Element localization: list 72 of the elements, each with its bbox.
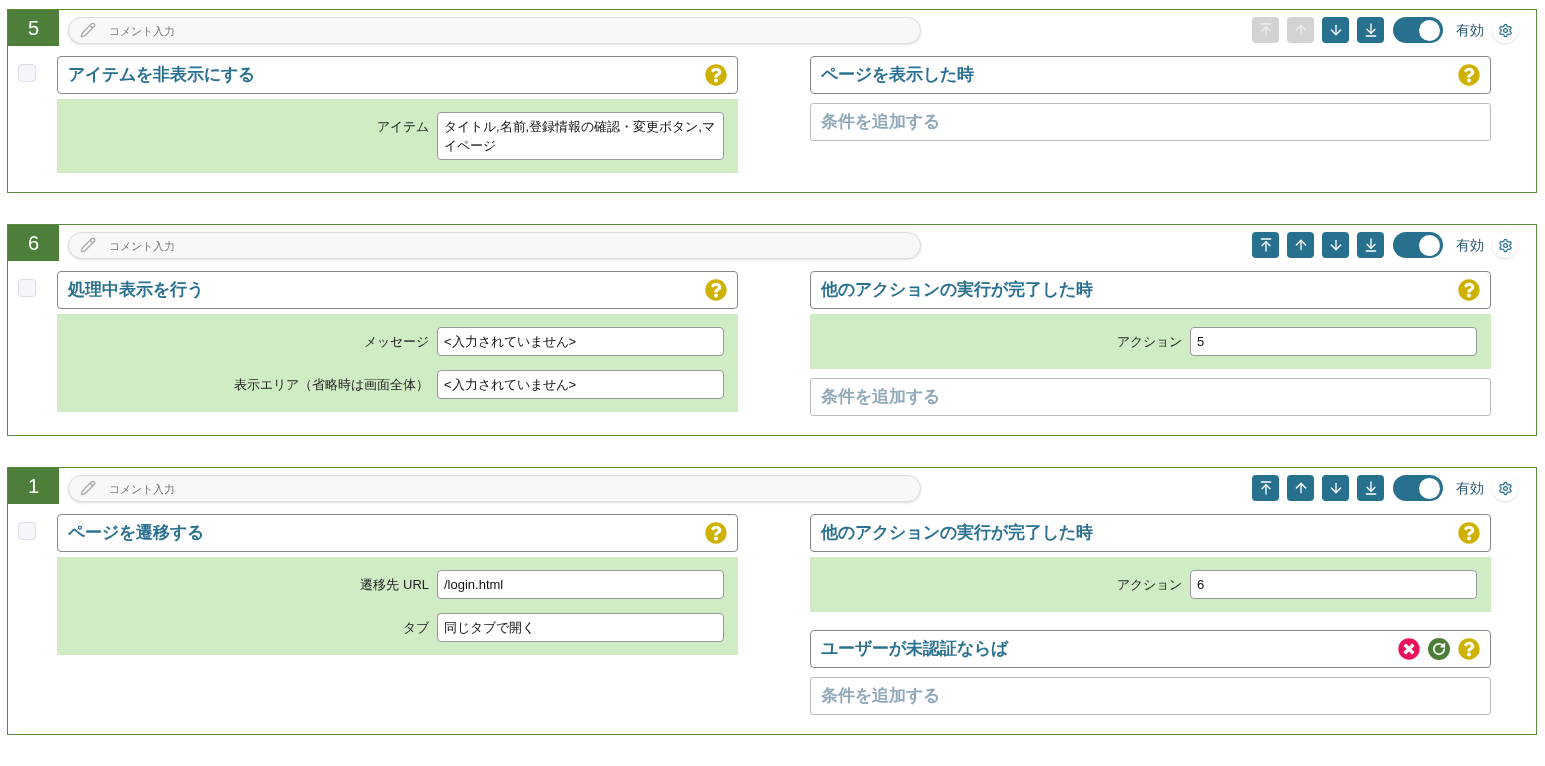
move-top-button[interactable] [1252, 232, 1279, 258]
help-icon[interactable] [705, 64, 727, 86]
rule-number: 5 [8, 10, 59, 46]
comment-field[interactable]: コメント入力 [68, 475, 921, 502]
rule-number: 1 [8, 468, 59, 504]
section-title: ページを遷移する [68, 522, 205, 545]
parameter-label: 遷移先 URL [359, 576, 429, 594]
help-icon[interactable] [705, 279, 727, 301]
help-icon[interactable] [1458, 279, 1480, 301]
toggle-switch[interactable] [1393, 17, 1443, 43]
checkbox[interactable] [18, 522, 36, 540]
section-title: 他のアクションの実行が完了した時 [821, 522, 1094, 545]
move-up-button[interactable] [1287, 232, 1314, 258]
settings-button[interactable] [1492, 232, 1518, 258]
help-icon[interactable] [1458, 522, 1480, 544]
comment-field[interactable]: コメント入力 [68, 232, 921, 259]
enabled-label: 有効 [1456, 235, 1484, 255]
refresh-icon[interactable] [1428, 638, 1450, 660]
section-header[interactable]: 他のアクションの実行が完了した時 [810, 514, 1491, 552]
parameter-label: メッセージ [363, 333, 429, 351]
move-down-button[interactable] [1322, 475, 1349, 501]
section-header[interactable]: ページを表示した時 [810, 56, 1491, 94]
gear-icon [1497, 237, 1513, 253]
pencil-icon [80, 480, 96, 496]
section-title: 処理中表示を行う [68, 279, 205, 302]
input-field[interactable]: 5 [1190, 327, 1477, 356]
section-header[interactable]: 処理中表示を行う [57, 271, 738, 309]
gear-icon [1497, 22, 1513, 38]
input-field[interactable]: <入力されていません> [437, 370, 724, 399]
enabled-label: 有効 [1456, 20, 1484, 40]
move-bottom-button[interactable] [1357, 232, 1384, 258]
circular-arrow-icon [1432, 642, 1446, 656]
rule-number: 6 [8, 225, 59, 261]
move-up-button[interactable] [1287, 475, 1314, 501]
pencil-icon [80, 237, 96, 253]
toggle-switch[interactable] [1393, 232, 1443, 258]
move-bottom-button[interactable] [1357, 475, 1384, 501]
settings-button[interactable] [1492, 17, 1518, 43]
section-header[interactable]: ユーザーが未認証ならば [810, 630, 1491, 668]
comment-field[interactable]: コメント入力 [68, 17, 921, 44]
section-header[interactable]: アイテムを非表示にする [57, 56, 738, 94]
parameter-label: タブ [402, 619, 429, 637]
enabled-label: 有効 [1456, 478, 1484, 498]
help-icon[interactable] [1458, 64, 1480, 86]
input-field[interactable]: /login.html [437, 570, 724, 599]
section-title: ユーザーが未認証ならば [821, 638, 1010, 661]
input-field[interactable]: 6 [1190, 570, 1477, 599]
input-field[interactable]: タイトル,名前,登録情報の確認・変更ボタン,マイページ [437, 112, 724, 160]
pencil-icon [80, 22, 96, 38]
move-down-button[interactable] [1322, 17, 1349, 43]
section-title: アイテムを非表示にする [68, 64, 256, 87]
parameter-label: アクション [1116, 576, 1182, 594]
checkbox[interactable] [18, 279, 36, 297]
move-down-button[interactable] [1322, 232, 1349, 258]
section-header[interactable]: 他のアクションの実行が完了した時 [810, 271, 1491, 309]
parameter-label: アイテム [376, 118, 429, 136]
settings-button[interactable] [1492, 475, 1518, 501]
help-icon[interactable] [705, 522, 727, 544]
input-field[interactable]: <入力されていません> [437, 327, 724, 356]
gear-icon [1497, 480, 1513, 496]
section-header[interactable]: ページを遷移する [57, 514, 738, 552]
help-icon[interactable] [1458, 638, 1480, 660]
checkbox[interactable] [18, 64, 36, 82]
parameter-label: 表示エリア（省略時は画面全体） [233, 376, 429, 394]
section-title: 他のアクションの実行が完了した時 [821, 279, 1094, 302]
move-top-button[interactable] [1252, 475, 1279, 501]
input-field[interactable]: 同じタブで開く [437, 613, 724, 642]
move-bottom-button[interactable] [1357, 17, 1384, 43]
remove-icon[interactable] [1398, 638, 1420, 660]
parameter-label: アクション [1116, 333, 1182, 351]
section-title: ページを表示した時 [821, 64, 975, 87]
toggle-switch[interactable] [1393, 475, 1443, 501]
